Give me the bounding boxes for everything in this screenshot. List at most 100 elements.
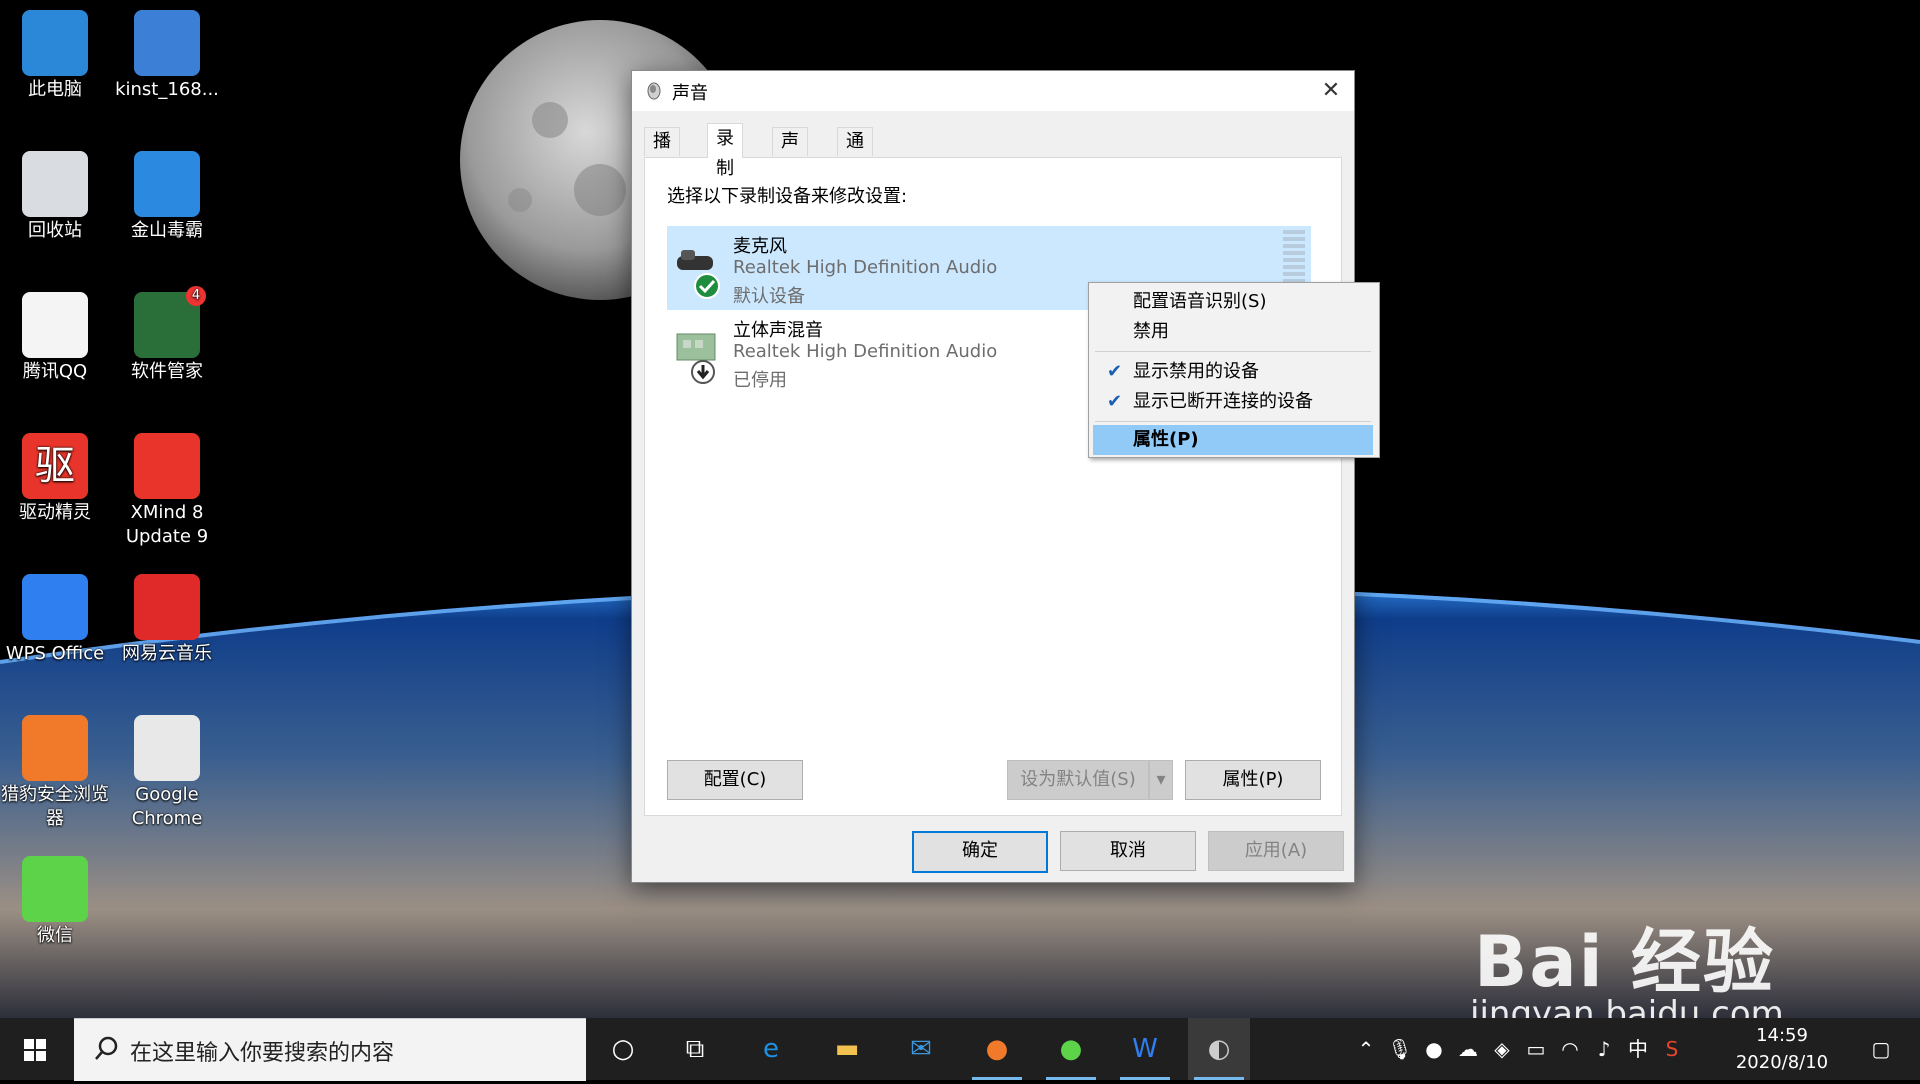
taskbar-cheetah-browser[interactable]: ● xyxy=(966,1018,1028,1080)
mail-icon: ✉ xyxy=(910,1034,932,1064)
desktop-icon-label: 软件管家 xyxy=(131,361,203,382)
desktop-icon-label: 此电脑 xyxy=(28,79,82,100)
microphone-icon xyxy=(677,250,720,299)
menu-separator xyxy=(1095,421,1371,422)
sound-card-icon xyxy=(676,333,716,384)
sound-dialog: 声音 ✕ 播放 录制 声音 通信 选择以下录制设备来修改设置: 麦克风 Real… xyxy=(631,70,1355,883)
taskbar-clock[interactable]: 14:59 2020/8/10 xyxy=(1720,1022,1844,1076)
desktop-icon-area: 此电脑 kinst_168... 回收站 金山毒霸腾讯QQ 4 软件管家驱驱动精灵 XMin… xyxy=(0,0,220,1018)
menu-item-label: 属性(P) xyxy=(1133,429,1199,450)
dialog-titlebar[interactable]: 声音 ✕ xyxy=(632,71,1354,111)
xmind-icon xyxy=(134,433,200,499)
desktop-icon-computer[interactable]: 此电脑 xyxy=(0,4,110,102)
cortana-icon: ○ xyxy=(611,1034,635,1064)
tray-battery[interactable]: ▭ xyxy=(1522,1018,1550,1080)
taskbar-search[interactable]: 在这里输入你要搜索的内容 xyxy=(74,1018,586,1081)
notification-badge: 4 xyxy=(186,286,206,306)
set-default-dropdown[interactable]: ▾ xyxy=(1149,760,1173,800)
desktop-icon-label: 回收站 xyxy=(28,220,82,241)
device-driver: Realtek High Definition Audio xyxy=(733,341,998,362)
driver-genius-icon: 驱 xyxy=(22,433,88,499)
netease-music-icon xyxy=(134,574,200,640)
clock-date: 2020/8/10 xyxy=(1735,1052,1829,1073)
tray-sogou[interactable]: S xyxy=(1658,1018,1686,1080)
menu-item-disable[interactable]: 禁用 xyxy=(1093,317,1373,347)
set-default-button[interactable]: 设为默认值(S) xyxy=(1007,760,1149,800)
wps-icon xyxy=(22,574,88,640)
cancel-button[interactable]: 取消 xyxy=(1060,831,1196,871)
desktop-icon-recycle-bin[interactable]: 回收站 xyxy=(0,145,110,243)
menu-item-properties[interactable]: 属性(P) xyxy=(1093,425,1373,455)
tray-ime[interactable]: 中 xyxy=(1624,1018,1652,1080)
desktop-icon-netease-music[interactable]: 网易云音乐 xyxy=(112,568,222,666)
taskbar-explorer[interactable]: ▬ xyxy=(816,1018,878,1080)
desktop-icon-label: kinst_168... xyxy=(115,79,219,100)
clock-time: 14:59 xyxy=(1756,1025,1808,1046)
tray-overflow-button[interactable]: ⌃ xyxy=(1352,1018,1380,1080)
windows-logo-icon xyxy=(24,1039,46,1061)
context-menu: 配置语音识别(S) 禁用 ✔ 显示禁用的设备 ✔ 显示已断开连接的设备 属性(P… xyxy=(1088,282,1380,458)
edge-icon: e xyxy=(763,1034,779,1064)
desktop-icon-cheetah-browser[interactable]: 猎豹安全浏览 器 xyxy=(0,709,110,831)
desktop-icon-wps[interactable]: WPS Office xyxy=(0,568,110,666)
desktop-icon-installer[interactable]: kinst_168... xyxy=(112,4,222,102)
taskbar-edge[interactable]: e xyxy=(740,1018,802,1080)
menu-item-show-disabled[interactable]: ✔ 显示禁用的设备 xyxy=(1093,357,1373,387)
desktop-icon-software-manager[interactable]: 4 软件管家 xyxy=(112,286,222,384)
desktop-icon-label: 腾讯QQ xyxy=(22,361,88,382)
task-view-icon: ⧉ xyxy=(685,1034,705,1064)
taskbar-wechat[interactable]: ● xyxy=(1040,1018,1102,1080)
task-view-button[interactable]: ⧉ xyxy=(664,1018,726,1080)
apply-button[interactable]: 应用(A) xyxy=(1208,831,1344,871)
chevron-up-icon: ⌃ xyxy=(1357,1037,1375,1061)
desktop-icon-driver-genius[interactable]: 驱驱动精灵 xyxy=(0,427,110,525)
desktop-icon-wechat[interactable]: 微信 xyxy=(0,850,110,948)
tab-recording[interactable]: 录制 xyxy=(707,123,743,179)
device-status: 默认设备 xyxy=(733,286,805,307)
device-driver: Realtek High Definition Audio xyxy=(733,257,998,278)
tray-volume[interactable]: ♪ xyxy=(1590,1018,1618,1080)
taskbar-mail[interactable]: ✉ xyxy=(890,1018,952,1080)
properties-button[interactable]: 属性(P) xyxy=(1185,760,1321,800)
tray-box[interactable]: ◈ xyxy=(1488,1018,1516,1080)
desktop-icon-qq[interactable]: 腾讯QQ xyxy=(0,286,110,384)
chrome-icon xyxy=(134,715,200,781)
tab-playback[interactable]: 播放 xyxy=(644,127,680,180)
tray-microphone[interactable]: 🎙 xyxy=(1386,1018,1414,1080)
desktop-icon-antivirus[interactable]: 金山毒霸 xyxy=(112,145,222,243)
cortana-button[interactable]: ○ xyxy=(592,1018,654,1080)
cheetah-browser-icon: ● xyxy=(985,1034,1009,1064)
microphone-icon: 🎙 xyxy=(1387,1037,1413,1061)
tab-sounds[interactable]: 声音 xyxy=(772,127,808,180)
desktop-icon-label: 微信 xyxy=(37,925,73,946)
watermark-brand: Bai 经验 xyxy=(1474,921,1775,1003)
tray-qq[interactable]: ● xyxy=(1420,1018,1448,1080)
taskbar-wps[interactable]: W xyxy=(1114,1018,1176,1080)
menu-item-label: 配置语音识别(S) xyxy=(1133,291,1267,312)
close-button[interactable]: ✕ xyxy=(1308,71,1354,111)
recording-panel: 选择以下录制设备来修改设置: 麦克风 Realtek High Definiti… xyxy=(644,157,1342,816)
tray-network[interactable]: ◠ xyxy=(1556,1018,1584,1080)
configure-button[interactable]: 配置(C) xyxy=(667,760,803,800)
desktop-icon-chrome[interactable]: Google Chrome xyxy=(112,709,222,831)
desktop-icon-xmind[interactable]: XMind 8 Update 9 xyxy=(112,427,222,549)
menu-item-configure-speech[interactable]: 配置语音识别(S) xyxy=(1093,287,1373,317)
tray-cloud[interactable]: ☁ xyxy=(1454,1018,1482,1080)
chevron-down-icon: ▾ xyxy=(1156,769,1166,790)
desktop-icon-label: 网易云音乐 xyxy=(122,643,212,664)
start-button[interactable] xyxy=(0,1018,70,1080)
action-center-button[interactable]: ▢ xyxy=(1856,1018,1906,1080)
checkmark-icon: ✔ xyxy=(1107,391,1123,412)
ok-button[interactable]: 确定 xyxy=(912,831,1048,873)
menu-item-show-disconnected[interactable]: ✔ 显示已断开连接的设备 xyxy=(1093,387,1373,417)
device-name: 立体声混音 xyxy=(733,320,823,341)
computer-icon xyxy=(22,10,88,76)
sogou-icon: S xyxy=(1665,1037,1679,1061)
installer-icon xyxy=(134,10,200,76)
tab-communications[interactable]: 通信 xyxy=(837,127,873,180)
close-icon: ✕ xyxy=(1321,78,1341,103)
cheetah-browser-icon xyxy=(22,715,88,781)
software-manager-icon: 4 xyxy=(134,286,206,358)
taskbar-sound-settings[interactable]: ◐ xyxy=(1188,1018,1250,1080)
cloud-icon: ☁ xyxy=(1458,1037,1478,1061)
